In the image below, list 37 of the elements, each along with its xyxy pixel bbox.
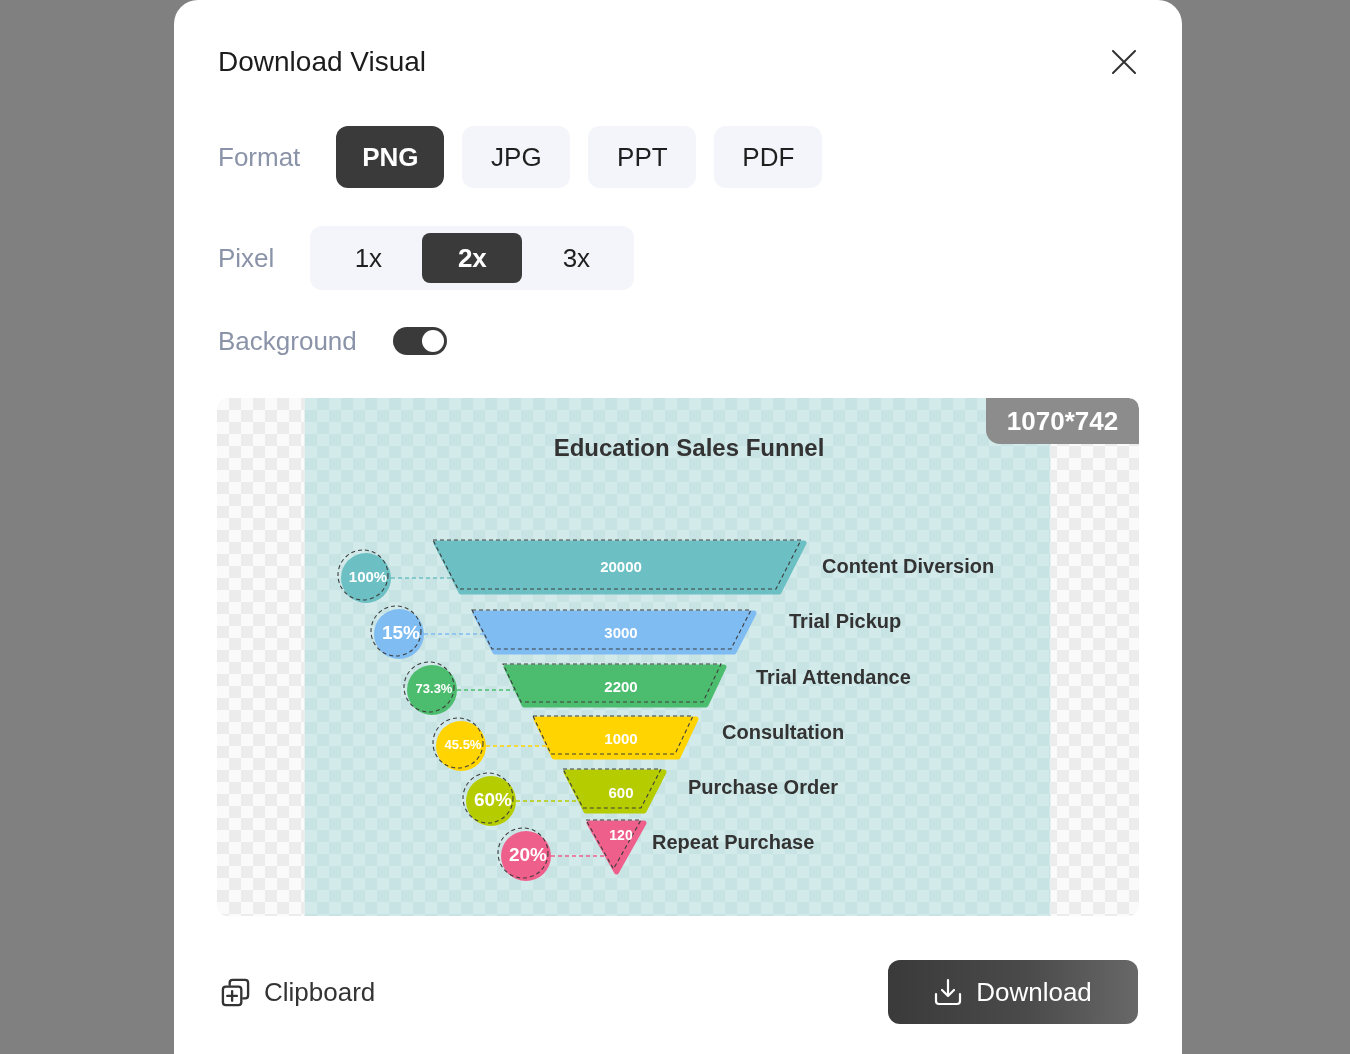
segment-value: 600 [608,783,634,801]
size-badge: 1070*742 [986,398,1139,444]
download-button[interactable]: Download [888,960,1138,1024]
chart-title: Education Sales Funnel [553,433,825,461]
background-toggle[interactable] [392,327,447,355]
percent-label: 100% [348,567,388,585]
format-option[interactable]: PDF [714,126,823,188]
download-icon [934,978,963,1006]
percent-label: 60% [474,788,512,810]
background-label: Background [218,325,357,358]
percent-label: 20% [509,843,547,865]
stage-label: Repeat Purchase [652,831,815,853]
stage-label: Content Diversion [822,555,995,577]
format-option[interactable]: PNG [336,126,445,188]
stage-label: Trial Attendance [756,666,911,688]
stage-label: Trial Pickup [789,610,902,632]
copy-plus-icon [220,976,251,1008]
percent-label: 45.5% [444,736,482,752]
stage-label: Purchase Order [688,776,839,798]
stage-label: Consultation [722,721,845,743]
segment-value: 2200 [604,677,638,695]
close-icon[interactable] [1112,50,1136,74]
percent-label: 73.3% [415,680,453,696]
format-option[interactable]: JPG [462,126,571,188]
pixel-option[interactable]: 3x [526,233,627,283]
pixel-option[interactable]: 1x [318,233,419,283]
segment-value: 3000 [604,623,638,641]
segment-value: 120 [609,827,633,843]
dialog-title: Download Visual [218,45,427,79]
pixel-option[interactable]: 2x [422,233,523,283]
percent-label: 15% [382,621,420,643]
format-option[interactable]: PPT [588,126,697,188]
clipboard-button[interactable]: Clipboard [220,976,376,1008]
segment-value: 20000 [600,557,642,575]
pixel-label: Pixel [218,242,275,275]
format-label: Format [218,141,301,174]
segment-value: 1000 [604,729,638,747]
